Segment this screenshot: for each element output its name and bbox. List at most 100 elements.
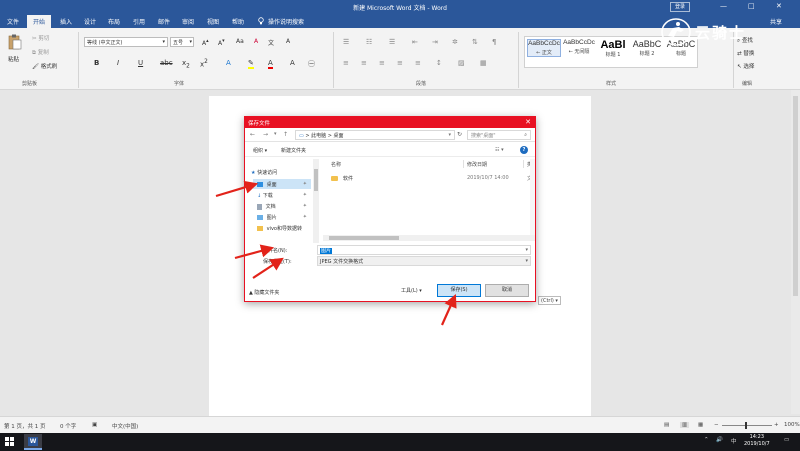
font-name-select[interactable]: 等线 (中文正文) ▾ [84, 37, 168, 47]
decrease-indent-icon[interactable]: ⇤ [412, 38, 418, 46]
proofing-icon[interactable]: ▣ [92, 422, 97, 428]
show-marks-icon[interactable]: ¶ [492, 38, 496, 46]
strikethrough-icon[interactable]: abc [160, 59, 173, 67]
font-color-icon[interactable]: A [268, 59, 273, 69]
grow-font-icon[interactable]: A▴ [202, 38, 209, 47]
chinese-layout-icon[interactable]: ✲ [452, 38, 458, 46]
zoom-slider[interactable] [722, 425, 772, 426]
align-left-icon[interactable]: ≡ [343, 59, 349, 67]
sort-icon[interactable]: ⇅ [472, 38, 478, 46]
tools-button[interactable]: 工具(L) ▾ [401, 287, 422, 294]
tab-insert[interactable]: 插入 [60, 17, 72, 26]
close-button[interactable]: ✕ [776, 2, 782, 10]
column-header-modified[interactable]: 修改日期 [467, 161, 487, 168]
tab-home[interactable]: 开始 [27, 15, 52, 28]
tab-file[interactable]: 文件 [7, 17, 19, 26]
input-method-icon[interactable]: 中 [731, 437, 737, 445]
tell-me-search[interactable]: 操作说明搜索 [268, 17, 304, 26]
tab-references[interactable]: 引用 [133, 17, 145, 26]
text-effect-icon[interactable]: A [226, 59, 231, 67]
cut-button[interactable]: ✂ 剪切 [32, 34, 49, 42]
nav-item-documents[interactable]: 文档 ✦ [257, 201, 311, 211]
nav-item-desktop[interactable]: 桌面 ✦ [253, 179, 311, 189]
word-count[interactable]: 0 个字 [60, 422, 76, 430]
filename-input[interactable]: 图片 ▾ [317, 245, 531, 255]
style-normal[interactable]: AaBbCcDc ← 正文 [527, 39, 561, 57]
style-no-spacing[interactable]: AaBbCcDc ← 无间隔 [562, 39, 596, 55]
paste-button[interactable]: 粘贴 [8, 55, 19, 63]
copy-button[interactable]: ⧉ 复制 [32, 48, 49, 57]
highlight-icon[interactable]: ✎ [248, 59, 254, 69]
tray-overflow-icon[interactable]: ⌃ [704, 437, 709, 443]
scroll-thumb[interactable] [314, 169, 318, 191]
bullets-icon[interactable]: ☰ [343, 38, 349, 46]
tab-layout[interactable]: 布局 [108, 17, 120, 26]
superscript-icon[interactable]: x2 [200, 59, 208, 68]
tab-help[interactable]: 帮助 [232, 17, 244, 26]
justify-icon[interactable]: ≡ [397, 59, 403, 67]
help-icon[interactable]: ? [520, 146, 528, 154]
new-folder-button[interactable]: 新建文件夹 [281, 147, 306, 154]
enclose-char-icon[interactable]: ㊀ [308, 59, 315, 69]
char-border-icon[interactable]: A [286, 38, 290, 45]
borders-icon[interactable]: ▦ [480, 59, 487, 67]
phonetic-guide-icon[interactable]: 文 [268, 38, 274, 47]
maximize-button[interactable]: □ [748, 2, 755, 10]
read-mode-icon[interactable]: ▤ [664, 422, 669, 428]
hide-folders-button[interactable]: ▲ 隐藏文件夹 [249, 289, 279, 296]
language[interactable]: 中文(中国) [112, 422, 138, 430]
chevron-down-icon[interactable]: ▾ [525, 247, 528, 253]
align-center-icon[interactable]: ≡ [361, 59, 367, 67]
zoom-in-icon[interactable]: + [774, 422, 779, 428]
forward-icon[interactable]: → [263, 131, 268, 138]
font-size-select[interactable]: 五号 ▾ [170, 37, 194, 47]
cancel-button[interactable]: 取消 [485, 284, 529, 297]
align-right-icon[interactable]: ≡ [379, 59, 385, 67]
save-button[interactable]: 保存(S) [437, 284, 481, 297]
refresh-icon[interactable]: ↻ [457, 131, 462, 138]
bold-icon[interactable]: B [94, 59, 99, 67]
chevron-down-icon[interactable]: ▾ [525, 258, 528, 264]
increase-indent-icon[interactable]: ⇥ [432, 38, 438, 46]
chevron-down-icon[interactable]: ▾ [274, 131, 277, 137]
style-heading-1[interactable]: AaBl 标题 1 [596, 39, 630, 58]
tab-design[interactable]: 设计 [84, 17, 96, 26]
minimize-button[interactable]: — [720, 2, 727, 10]
windows-start-icon[interactable] [5, 437, 14, 446]
back-icon[interactable]: ← [250, 131, 255, 138]
format-painter-button[interactable]: 🖌 格式刷 [32, 62, 57, 70]
zoom-out-icon[interactable]: − [714, 422, 719, 428]
vertical-scrollbar[interactable] [791, 90, 800, 414]
file-row[interactable]: 软件 2019/10/7 14:00 文 [327, 173, 533, 183]
path-input[interactable]: ▭ > 此电脑 > 桌面 ▾ [295, 130, 455, 140]
column-header-name[interactable]: 名称 [331, 161, 341, 168]
char-shading-icon[interactable]: A [290, 59, 295, 67]
tab-view[interactable]: 视图 [207, 17, 219, 26]
shading-icon[interactable]: ▨ [458, 59, 465, 67]
close-icon[interactable]: ✕ [525, 118, 531, 126]
numbering-icon[interactable]: ☷ [366, 38, 372, 46]
view-options-icon[interactable]: ☷ ▾ [495, 147, 504, 153]
nav-item-pictures[interactable]: 图片 ✦ [257, 212, 311, 222]
volume-icon[interactable]: 🔊 [716, 437, 723, 443]
login-button[interactable]: 登录 [670, 2, 690, 12]
zoom-level[interactable]: 100% [784, 422, 800, 428]
line-spacing-icon[interactable]: ↕ [436, 59, 442, 67]
italic-icon[interactable]: I [117, 59, 119, 67]
taskbar-word-button[interactable]: W [24, 434, 42, 450]
organize-button[interactable]: 组织 ▾ [253, 147, 267, 154]
up-icon[interactable]: ↑ [283, 131, 288, 138]
nav-item-quick-access[interactable]: ★ 快速访问 [251, 167, 279, 177]
print-layout-icon[interactable]: ▥ [680, 422, 690, 428]
multilevel-list-icon[interactable]: ☰ [389, 38, 395, 46]
change-case-icon[interactable]: Aa [236, 38, 244, 45]
nav-item-downloads[interactable]: ↓ 下载 ✦ [257, 190, 311, 200]
clear-format-icon[interactable]: A [254, 38, 258, 45]
zoom-slider-thumb[interactable] [745, 422, 747, 429]
tab-review[interactable]: 审阅 [182, 17, 194, 26]
distributed-icon[interactable]: ≡ [415, 59, 421, 67]
paste-icon[interactable] [8, 34, 22, 52]
paste-options-button[interactable]: (Ctrl) ▾ [538, 296, 561, 305]
filetype-select[interactable]: JPEG 文件交换格式 ▾ [317, 256, 531, 266]
web-layout-icon[interactable]: ▦ [698, 422, 703, 428]
